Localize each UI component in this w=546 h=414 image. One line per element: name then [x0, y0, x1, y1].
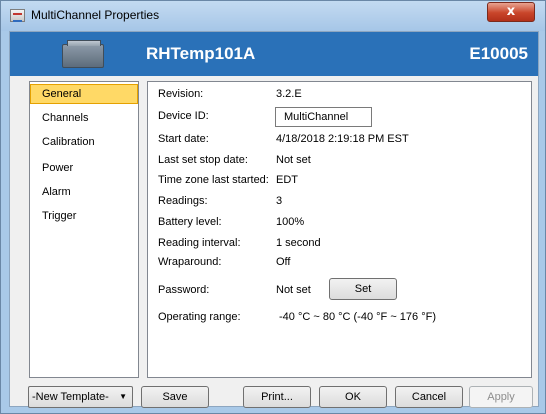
password-label: Password:: [158, 284, 210, 296]
wraparound-value: Off: [276, 256, 291, 268]
nav-item-general[interactable]: General: [30, 84, 138, 104]
nav-item-label: Calibration: [42, 136, 95, 148]
properties-window: MultiChannel Properties x RHTemp101A E10…: [0, 0, 546, 414]
password-value: Not set: [276, 284, 311, 296]
app-icon: [10, 9, 25, 22]
stop-date-value: Not set: [276, 154, 311, 166]
battery-value: 100%: [276, 216, 305, 228]
window-title: MultiChannel Properties: [31, 8, 160, 22]
chevron-down-icon: ▼: [119, 392, 127, 401]
ok-button[interactable]: OK: [319, 386, 387, 408]
operating-range-label: Operating range:: [158, 311, 241, 323]
stop-date-label: Last set stop date:: [158, 154, 248, 166]
apply-button[interactable]: Apply: [469, 386, 533, 408]
nav-item-label: General: [42, 88, 82, 100]
device-header: RHTemp101A E10005: [10, 32, 538, 76]
set-password-button[interactable]: Set: [329, 278, 397, 300]
revision-value: 3.2.E: [276, 88, 302, 100]
nav-item-label: Trigger: [42, 210, 77, 222]
device-serial: E10005: [469, 44, 528, 63]
start-date-value: 4/18/2018 2:19:18 PM EST: [276, 133, 409, 145]
nav-item-power[interactable]: Power: [30, 158, 138, 178]
template-select-value: -New Template-: [32, 391, 109, 403]
general-panel: Revision: 3.2.E Device ID: MultiChannel …: [147, 81, 532, 378]
timezone-label: Time zone last started:: [158, 174, 269, 186]
template-select[interactable]: -New Template- ▼: [28, 386, 133, 408]
cancel-button[interactable]: Cancel: [395, 386, 463, 408]
nav-item-calibration[interactable]: Calibration: [30, 132, 138, 152]
interval-value: 1 second: [276, 237, 321, 249]
category-list: General Channels Calibration Power Alarm…: [29, 81, 139, 378]
print-button[interactable]: Print...: [243, 386, 311, 408]
operating-range-value: -40 °C ~ 80 °C (-40 °F ~ 176 °F): [279, 311, 436, 323]
start-date-label: Start date:: [158, 133, 209, 145]
interval-label: Reading interval:: [158, 237, 241, 249]
nav-item-alarm[interactable]: Alarm: [30, 182, 138, 202]
timezone-value: EDT: [276, 174, 298, 186]
wraparound-label: Wraparound:: [158, 256, 222, 268]
device-id-field[interactable]: MultiChannel: [275, 107, 372, 127]
nav-item-label: Alarm: [42, 186, 71, 198]
battery-label: Battery level:: [158, 216, 222, 228]
close-button[interactable]: x: [487, 2, 535, 22]
device-name: RHTemp101A: [146, 44, 256, 63]
title-bar[interactable]: MultiChannel Properties x: [1, 1, 545, 31]
nav-item-label: Channels: [42, 112, 89, 124]
device-icon: [62, 40, 104, 68]
readings-label: Readings:: [158, 195, 208, 207]
device-id-label: Device ID:: [158, 110, 209, 122]
nav-item-trigger[interactable]: Trigger: [30, 206, 138, 226]
nav-item-channels[interactable]: Channels: [30, 108, 138, 128]
readings-value: 3: [276, 195, 283, 207]
save-button[interactable]: Save: [141, 386, 209, 408]
nav-item-label: Power: [42, 162, 74, 174]
revision-label: Revision:: [158, 88, 204, 100]
